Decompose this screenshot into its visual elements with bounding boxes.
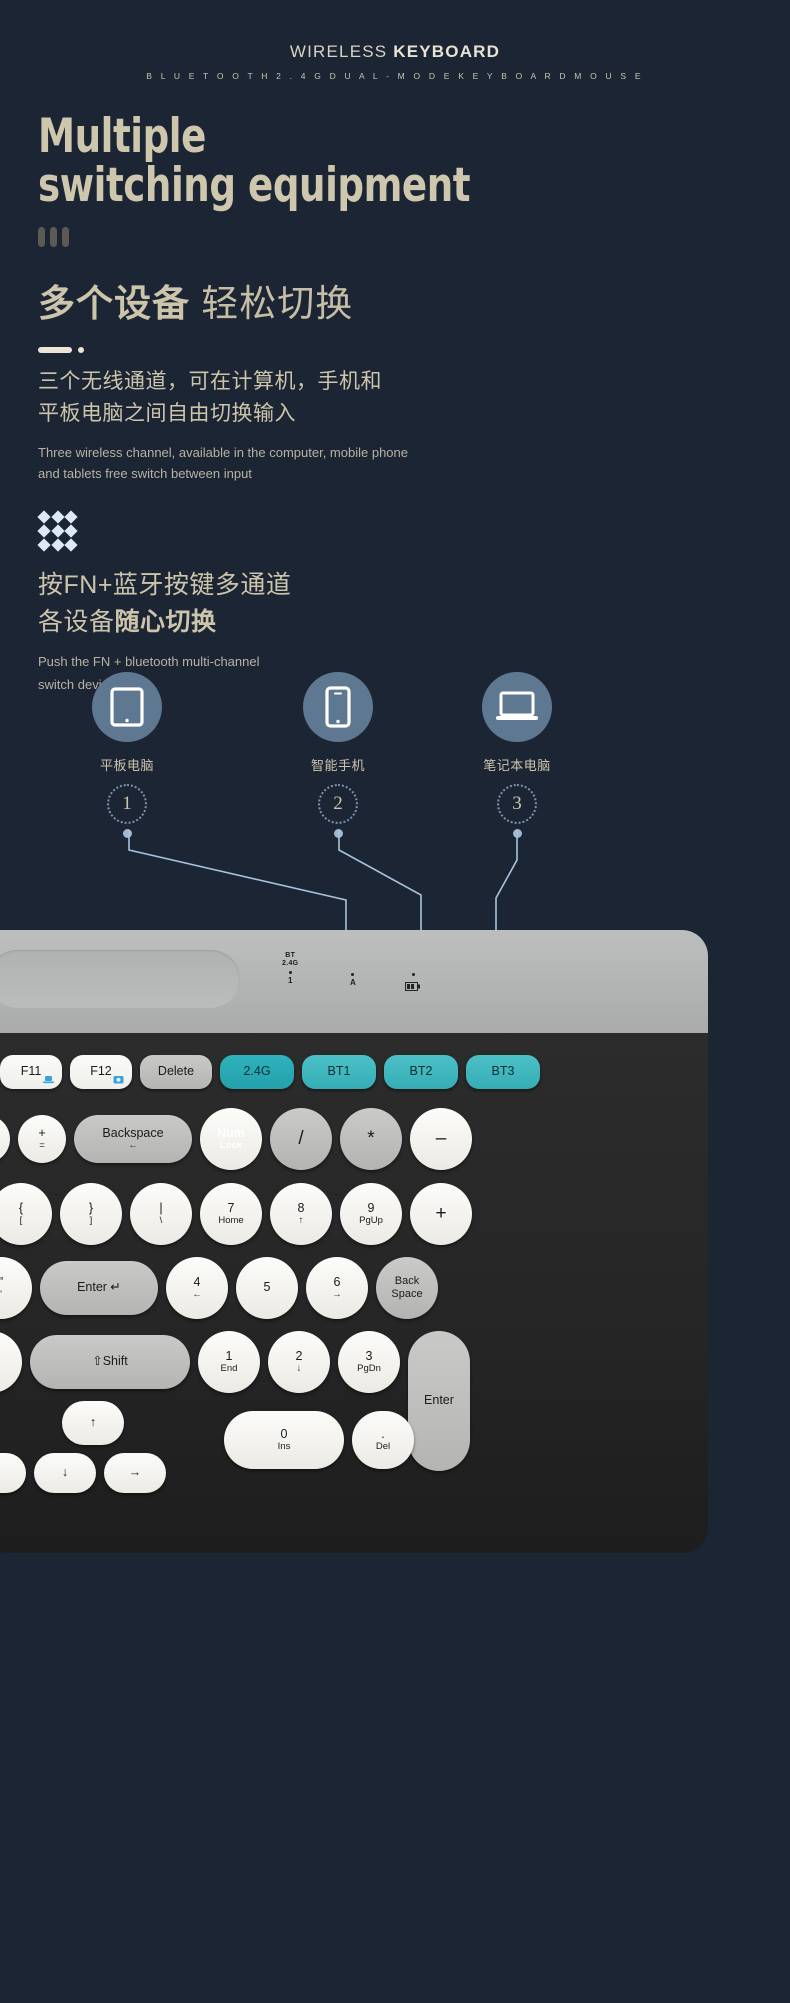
divider — [38, 346, 790, 353]
key-numpad-7[interactable]: 7 Home — [200, 1183, 262, 1245]
diamond-grid-icon — [37, 510, 78, 552]
indicator-bt-label: BT — [285, 952, 296, 959]
device-label-smartphone: 智能手机 — [310, 758, 365, 773]
key-f12[interactable]: F12 — [70, 1055, 132, 1089]
indicator-caps: A — [350, 970, 356, 987]
key-numpad-enter[interactable]: Enter — [408, 1331, 470, 1471]
keyboard-row-3: {[ }] | \ 7 Home 8 ↑ 9 PgUp + — [0, 1183, 472, 1245]
battery-icon — [405, 982, 420, 991]
key-bt2[interactable]: BT2 — [384, 1055, 458, 1089]
key-num-lock[interactable]: Num Lock — [200, 1108, 262, 1170]
section1-en-line2: and tablets free switch between input — [38, 466, 252, 482]
key-numpad-decimal[interactable]: . Del — [352, 1411, 414, 1469]
indicator-bt-symbol: 1 — [287, 976, 293, 986]
bottom-fade — [0, 1953, 790, 2003]
keyboard-row-function: F11 F12 Delete 2.4G BT1 BT2 BT3 — [0, 1055, 540, 1089]
key-quote[interactable]: "' — [0, 1257, 32, 1319]
page-header: WIRELESS KEYBOARD B L U E T O O T H 2 . … — [0, 0, 790, 81]
product-detail-page: WIRELESS KEYBOARD B L U E T O O T H 2 . … — [0, 0, 790, 2003]
key-backspace[interactable]: Backspace ← — [74, 1115, 192, 1163]
decorative-bars — [38, 226, 790, 247]
keyboard-row-7: ← ↓ → — [0, 1453, 166, 1493]
key-24g[interactable]: 2.4G — [220, 1055, 294, 1089]
key-plus-equals[interactable]: + = — [18, 1115, 66, 1163]
key-bracket-left[interactable]: {[ — [0, 1183, 52, 1245]
key-minus[interactable]: — — [0, 1115, 10, 1163]
indicator-bt24g: BT 2.4G 1 — [282, 952, 298, 985]
laptop-badge-icon — [43, 1076, 54, 1084]
section2-cn-heading: 按FN+蓝牙按键多通道 各设备随心切换 — [0, 567, 790, 640]
section1-cn-heading-bold: 多个设备 — [38, 282, 190, 324]
key-numpad-2[interactable]: 2 ↓ — [268, 1331, 330, 1393]
key-divide[interactable]: / — [270, 1108, 332, 1170]
brand-title-light: WIRELESS — [289, 42, 394, 61]
indicator-battery — [405, 970, 421, 996]
key-back-space[interactable]: Back Space — [376, 1257, 438, 1319]
brand-title-bold: KEYBOARD — [393, 42, 501, 61]
device-label-tablet: 平板电脑 — [99, 758, 154, 773]
key-numpad-5[interactable]: 5 — [236, 1257, 298, 1319]
key-bt1[interactable]: BT1 — [302, 1055, 376, 1089]
section2-cn-line2-normal: 各设备 — [38, 607, 115, 636]
key-backslash[interactable]: | \ — [130, 1183, 192, 1245]
key-numpad-8[interactable]: 8 ↑ — [270, 1183, 332, 1245]
keyboard-row-6b: 0 Ins . Del — [224, 1411, 414, 1469]
indicator-caps-symbol: A — [350, 978, 356, 987]
key-bracket-right[interactable]: }] — [60, 1183, 122, 1245]
device-circle-laptop — [482, 672, 552, 742]
section1-cn-body: 三个无线通道，可在计算机，手机和 平板电脑之间自由切换输入 — [0, 366, 790, 430]
keyboard-row-4: "' Enter ↵ 4← 5 6→ BackSpace — [0, 1257, 438, 1319]
smartphone-icon — [325, 686, 351, 728]
section1-en-line1: Three wireless channel, available in the… — [38, 444, 408, 460]
tablet-icon — [110, 687, 144, 727]
keyboard-top-inset — [0, 950, 240, 1008]
key-arrow-up[interactable]: ↑ — [62, 1401, 124, 1445]
keyboard-image: BT 2.4G 1 A F11 F12 Delete 2.4G BT1 BT2 … — [0, 930, 790, 2003]
section1-cn-body-line1: 三个无线通道，可在计算机，手机和 — [38, 369, 382, 393]
indicator-24g-label: 2.4G — [282, 960, 299, 968]
screenshot-badge-icon — [113, 1076, 124, 1084]
key-multiply[interactable]: * — [340, 1108, 402, 1170]
brand-title: WIRELESS KEYBOARD — [0, 42, 790, 62]
section2-cn-line1: 按FN+蓝牙按键多通道 — [38, 571, 292, 600]
device-circle-tablet — [92, 672, 162, 742]
key-numpad-minus[interactable]: – — [410, 1108, 472, 1170]
key-enter-main[interactable]: Enter ↵ — [40, 1261, 158, 1315]
hero-title-wrap: Multiple switching equipment — [0, 109, 790, 213]
key-numpad-9[interactable]: 9 PgUp — [340, 1183, 402, 1245]
device-list: 平板电脑 1 智能手机 2 笔记本电脑 3 — [0, 672, 790, 838]
brand-subtitle: B L U E T O O T H 2 . 4 G D U A L - M O … — [146, 71, 644, 81]
key-numpad-4[interactable]: 4 ← — [166, 1257, 228, 1319]
laptop-icon — [496, 691, 538, 720]
section1-cn-heading: 多个设备 轻松切换 — [0, 273, 790, 327]
keyboard-row-6: ↑ — [62, 1401, 124, 1445]
section2-cn-line2-bold: 随心切换 — [114, 607, 217, 636]
key-delete[interactable]: Delete — [140, 1055, 212, 1089]
key-numpad-0[interactable]: 0 Ins — [224, 1411, 344, 1469]
section1-en-body: Three wireless channel, available in the… — [0, 442, 790, 486]
key-numpad-1[interactable]: 1 End — [198, 1331, 260, 1393]
key-arrow-down[interactable]: ↓ — [34, 1453, 96, 1493]
keyboard-top-plate: BT 2.4G 1 A — [0, 930, 708, 1035]
device-label-laptop: 笔记本电脑 — [483, 758, 551, 773]
key-numpad-plus[interactable]: + — [410, 1183, 472, 1245]
device-circle-smartphone — [303, 672, 373, 742]
section1-cn-heading-normal: 轻松切换 — [190, 282, 354, 324]
key-bt3[interactable]: BT3 — [466, 1055, 540, 1089]
section2-en-line1: Push the FN + bluetooth multi-channel — [38, 654, 260, 670]
section1-cn-body-line2: 平板电脑之间自由切换输入 — [38, 401, 296, 425]
key-shift[interactable]: ⇧Shift — [30, 1335, 190, 1389]
key-numpad-3[interactable]: 3 PgDn — [338, 1331, 400, 1393]
hero-title-line1: Multiple — [38, 109, 206, 164]
keyboard-key-deck: F11 F12 Delete 2.4G BT1 BT2 BT3 — += Bac… — [0, 1033, 708, 1553]
key-f11[interactable]: F11 — [0, 1055, 62, 1089]
key-numpad-6[interactable]: 6 → — [306, 1257, 368, 1319]
keyboard-row-2: — += Backspace← NumLock / * – — [0, 1108, 472, 1170]
key-arrow-left[interactable]: ← — [0, 1453, 26, 1493]
hero-title-line2: switching equipment — [38, 157, 471, 213]
key-slash[interactable]: ?/ — [0, 1331, 22, 1393]
key-arrow-right[interactable]: → — [104, 1453, 166, 1493]
